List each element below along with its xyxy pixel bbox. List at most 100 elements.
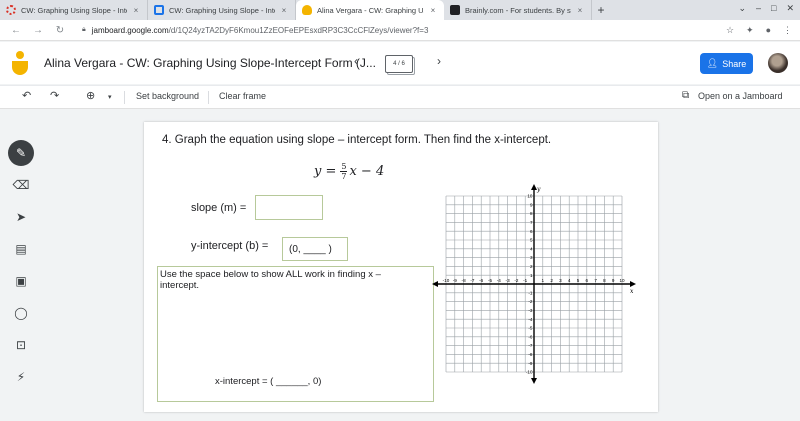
previous-frame-button[interactable]: ‹ <box>354 54 358 68</box>
x-tick-label: 7 <box>594 278 597 283</box>
browser-tab[interactable]: CW: Graphing Using Slope - Intercept × <box>0 0 148 20</box>
new-tab-button[interactable]: + <box>592 0 610 20</box>
image-icon[interactable]: ▣ <box>8 268 34 294</box>
document-title[interactable]: Alina Vergara - CW: Graphing Using Slope… <box>44 56 376 70</box>
avatar[interactable] <box>768 53 788 73</box>
jamboard-frame[interactable]: 4. Graph the equation using slope – inte… <box>144 122 658 412</box>
toolbar-divider <box>124 91 125 104</box>
sticky-note-icon[interactable]: ▤ <box>8 236 34 262</box>
set-background-button[interactable]: Set background <box>136 91 199 101</box>
equation: y = 5 7 x − 4 <box>314 162 384 181</box>
clear-frame-button[interactable]: Clear frame <box>219 91 266 101</box>
frame-bar-toggle[interactable]: 4 / 6 <box>385 55 413 73</box>
text-box-icon[interactable]: ⊡ <box>8 332 34 358</box>
open-on-jamboard-button[interactable]: Open on a Jamboard <box>698 91 783 101</box>
eraser-icon[interactable]: ⌫ <box>8 172 34 198</box>
slope-answer-box[interactable] <box>255 195 323 220</box>
x-tick-label: 1 <box>542 278 545 283</box>
equation-rhs: x − 4 <box>349 164 385 179</box>
browser-tab[interactable]: CW: Graphing Using Slope - Intercept × <box>148 0 296 20</box>
jamboard-header: Alina Vergara - CW: Graphing Using Slope… <box>0 42 800 84</box>
next-frame-button[interactable]: › <box>437 54 441 68</box>
minimize-icon[interactable]: – <box>756 3 761 14</box>
y-axis-arrow-down <box>531 378 537 384</box>
x-tick-label: -4 <box>497 278 502 283</box>
browser-tab-strip: CW: Graphing Using Slope - Intercept×CW:… <box>0 0 800 20</box>
y-tick-label: -2 <box>528 299 533 304</box>
question-text: 4. Graph the equation using slope – inte… <box>162 134 552 146</box>
coordinate-grid: x y -10 -9 -8 -7 -6 -5 -4 -3 -2 -1 1 2 3 4 5 6 7 8 9 10 10 9 8 7 6… <box>432 184 648 384</box>
classroom-favicon-icon <box>154 5 164 15</box>
x-axis-arrow-left <box>432 281 438 287</box>
close-window-icon[interactable]: ✕ <box>786 3 794 14</box>
select-cursor-icon[interactable]: ➤ <box>8 204 34 230</box>
x-axis-label: x <box>630 288 634 295</box>
jamboard-logo-icon[interactable] <box>12 51 28 75</box>
tab-title: Brainly.com - For students. By students. <box>465 5 571 15</box>
x-intercept-answer: x-intercept = ( ______, 0) <box>215 376 322 387</box>
y-tick-label: 10 <box>527 194 533 199</box>
slope-fraction: 5 7 <box>340 162 348 181</box>
maximize-icon[interactable]: □ <box>771 3 776 14</box>
redo-icon[interactable]: ↷ <box>50 89 59 102</box>
y-tick-label: 3 <box>530 255 533 260</box>
y-tick-label: -6 <box>528 334 533 339</box>
x-tick-label: -5 <box>488 278 493 283</box>
y-axis-label: y <box>536 186 541 193</box>
close-tab-icon[interactable]: × <box>279 6 289 15</box>
tab-search-icon[interactable]: ⌄ <box>738 3 746 14</box>
account-icon[interactable]: ● <box>766 25 771 36</box>
share-button[interactable]: 👤︎ Share <box>700 53 753 74</box>
bookmark-star-icon[interactable]: ☆ <box>726 25 734 36</box>
undo-icon[interactable]: ↶ <box>22 89 31 102</box>
close-tab-icon[interactable]: × <box>131 6 141 15</box>
y-tick-label: 6 <box>530 229 533 234</box>
x-tick-label: 9 <box>612 278 615 283</box>
y-tick-label: -3 <box>528 308 533 313</box>
y-tick-label: 2 <box>530 264 533 269</box>
x-tick-label: 2 <box>550 278 553 283</box>
tab-title: CW: Graphing Using Slope - Intercept <box>21 5 127 15</box>
forward-icon[interactable]: → <box>30 25 46 36</box>
jamboard-device-icon: ⧉ <box>682 90 690 101</box>
close-tab-icon[interactable]: × <box>428 6 438 15</box>
extensions-icon[interactable]: ✦ <box>746 25 754 36</box>
browser-tab[interactable]: Alina Vergara - CW: Graphing Using Slope… <box>296 0 444 20</box>
zoom-icon[interactable]: ⊕ <box>86 89 95 102</box>
lock-icon: 🔒︎ <box>82 26 86 33</box>
x-tick-label: -8 <box>462 278 467 283</box>
x-tick-label: 4 <box>568 278 571 283</box>
url-field[interactable]: 🔒︎ jamboard.google.com/d/1Q24yzTA2DyF6Km… <box>82 23 726 38</box>
pen-icon[interactable]: ✎ <box>8 140 34 166</box>
browser-address-bar: ← → ↻ 🔒︎ jamboard.google.com/d/1Q24yzTA2… <box>0 20 800 41</box>
x-tick-label: 5 <box>577 278 580 283</box>
jamboard-favicon-icon <box>302 5 312 15</box>
x-tick-label: 8 <box>603 278 606 283</box>
circle-favicon-icon <box>6 5 16 15</box>
x-tick-label: -3 <box>506 278 511 283</box>
tab-title: Alina Vergara - CW: Graphing Using Slope <box>317 5 424 15</box>
toolbar-divider <box>208 91 209 104</box>
person-add-icon: 👤︎ <box>706 58 719 68</box>
circle-shape-icon[interactable]: ◯ <box>8 300 34 326</box>
zoom-dropdown-icon[interactable]: ▾ <box>108 93 112 101</box>
share-label: Share <box>722 58 747 69</box>
laser-icon[interactable]: ⚡︎ <box>8 364 34 390</box>
y-tick-label: -1 <box>528 290 533 295</box>
url-host: jamboard.google.com <box>91 25 169 35</box>
browser-menu-icon[interactable]: ⋮ <box>783 25 792 36</box>
y-tick-label: 7 <box>530 220 533 225</box>
x-tick-label: 6 <box>586 278 589 283</box>
y-tick-label: 8 <box>530 211 533 216</box>
equation-lhs: y = <box>314 164 337 179</box>
close-tab-icon[interactable]: × <box>575 6 585 15</box>
back-icon[interactable]: ← <box>8 25 24 36</box>
work-area[interactable]: Use the space below to show ALL work in … <box>157 266 434 402</box>
reload-icon[interactable]: ↻ <box>52 25 68 36</box>
browser-tab[interactable]: Brainly.com - For students. By students.… <box>444 0 592 20</box>
x-tick-label: -6 <box>479 278 484 283</box>
x-tick-label: -9 <box>453 278 458 283</box>
y-tick-label: -5 <box>528 326 533 331</box>
y-intercept-answer-box[interactable]: (0, ____ ) <box>282 237 348 261</box>
y-tick-label: -4 <box>528 317 533 322</box>
